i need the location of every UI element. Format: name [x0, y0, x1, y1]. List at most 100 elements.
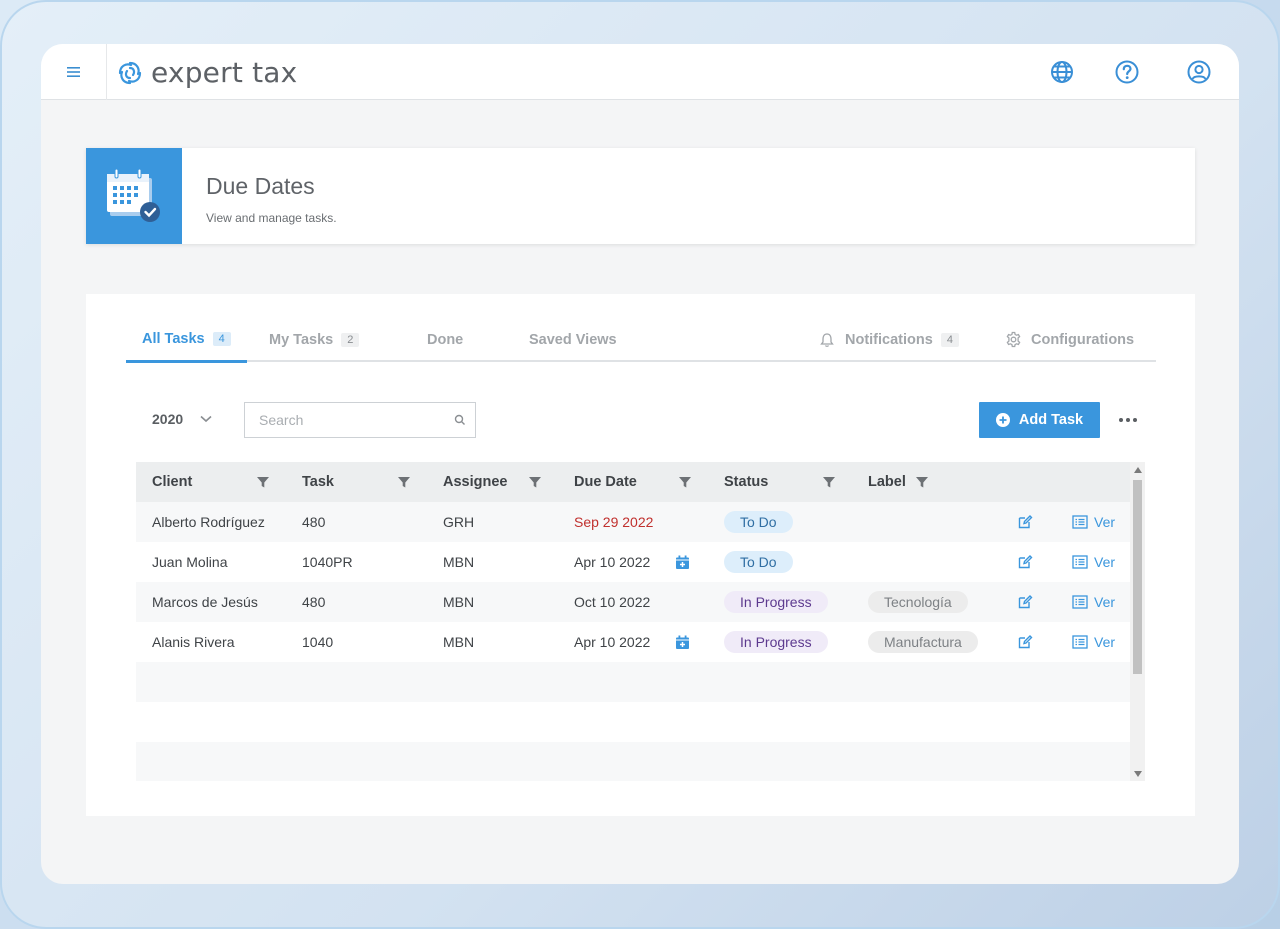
hamburger-icon	[66, 67, 80, 77]
plus-circle-icon	[995, 413, 1010, 427]
client-cell: Juan Molina	[152, 554, 228, 570]
tab-label: All Tasks	[142, 330, 205, 347]
column-header-due-date: Due Date	[574, 474, 637, 490]
assignee-cell: GRH	[443, 514, 475, 530]
client-cell: Alberto Rodríguez	[152, 514, 265, 530]
empty-row	[136, 662, 1130, 702]
view-button[interactable]: Ver	[1072, 582, 1115, 622]
gear-icon	[1006, 331, 1021, 348]
status-badge[interactable]: In Progress	[724, 631, 828, 653]
add-task-button[interactable]: Add Task	[979, 402, 1100, 438]
edit-icon	[1018, 555, 1033, 569]
label-cell: Manufactura	[868, 622, 978, 662]
column-header-assignee: Assignee	[443, 474, 508, 490]
table-scrollbar[interactable]	[1130, 462, 1145, 781]
filter-icon[interactable]	[528, 475, 542, 489]
calendar-button[interactable]	[675, 542, 690, 582]
edit-icon	[1018, 515, 1033, 529]
list-view-icon	[1072, 515, 1088, 529]
filter-icon[interactable]	[678, 475, 692, 489]
tab-label: Done	[427, 331, 464, 348]
view-label: Ver	[1094, 634, 1116, 650]
empty-row	[136, 742, 1130, 781]
list-view-icon	[1072, 555, 1088, 569]
calendar-add-icon	[676, 555, 689, 569]
calendar-check-icon	[107, 168, 160, 222]
view-button[interactable]: Ver	[1072, 502, 1115, 542]
top-bar: expert tax	[41, 44, 1239, 100]
help-icon[interactable]	[1114, 59, 1140, 85]
tab-configurations[interactable]: Configurations	[1005, 317, 1134, 362]
tab-notifications[interactable]: Notifications 4	[819, 317, 959, 362]
due-date-cell: Apr 10 2022	[574, 634, 651, 650]
view-button[interactable]: Ver	[1072, 622, 1115, 662]
tab-label: Saved Views	[529, 331, 617, 348]
tab-done[interactable]: Done	[427, 317, 463, 362]
status-badge[interactable]: To Do	[724, 511, 793, 533]
filter-icon[interactable]	[256, 475, 270, 489]
filter-icon[interactable]	[822, 475, 836, 489]
search-icon[interactable]	[454, 414, 466, 426]
page-title: Due Dates	[206, 173, 315, 199]
view-label: Ver	[1094, 554, 1116, 570]
tab-count-badge: 4	[940, 332, 959, 347]
status-cell: In Progress	[724, 582, 828, 622]
page-subtitle: View and manage tasks.	[206, 211, 337, 225]
page-header-card: Due Dates View and manage tasks.	[86, 148, 1195, 244]
list-view-icon	[1072, 595, 1088, 609]
table-row[interactable]: Alberto Rodríguez 480 GRH Sep 29 2022 To…	[136, 502, 1130, 542]
year-select[interactable]: 2020	[152, 411, 213, 427]
tab-saved-views[interactable]: Saved Views	[529, 317, 617, 362]
table-row[interactable]: Alanis Rivera 1040 MBN Apr 10 2022 In Pr…	[136, 622, 1130, 662]
user-account-icon[interactable]	[1186, 59, 1212, 85]
hamburger-menu-button[interactable]	[41, 44, 107, 100]
edit-button[interactable]	[1017, 622, 1033, 662]
tasks-panel: All Tasks 4 My Tasks 2 Done Saved Views …	[86, 294, 1195, 816]
filter-icon[interactable]	[397, 475, 411, 489]
label-cell: Tecnología	[868, 582, 968, 622]
year-value: 2020	[152, 411, 184, 427]
due-date-cell: Sep 29 2022	[574, 514, 654, 530]
status-cell: To Do	[724, 542, 793, 582]
scrollbar-thumb[interactable]	[1133, 480, 1142, 674]
chevron-down-icon	[200, 415, 212, 423]
due-date-cell: Apr 10 2022	[574, 554, 651, 570]
more-options-button[interactable]	[1116, 408, 1140, 432]
scroll-up-arrow[interactable]	[1130, 462, 1145, 477]
brand-logo[interactable]: expert tax	[117, 56, 297, 89]
status-cell: To Do	[724, 502, 793, 542]
edit-button[interactable]	[1017, 582, 1033, 622]
edit-button[interactable]	[1017, 502, 1033, 542]
assignee-cell: MBN	[443, 554, 475, 570]
tab-count-badge: 4	[212, 331, 231, 346]
tab-all-tasks[interactable]: All Tasks 4	[126, 317, 247, 363]
calendar-add-icon	[676, 635, 689, 649]
edit-button[interactable]	[1017, 542, 1033, 582]
brand-name: expert tax	[151, 56, 298, 89]
view-button[interactable]: Ver	[1072, 542, 1115, 582]
column-header-status: Status	[724, 474, 769, 490]
status-badge[interactable]: In Progress	[724, 591, 828, 613]
task-cell: 480	[302, 594, 326, 610]
label-badge[interactable]: Manufactura	[868, 631, 978, 653]
assignee-cell: MBN	[443, 634, 475, 650]
table-row[interactable]: Juan Molina 1040PR MBN Apr 10 2022 To Do…	[136, 542, 1130, 582]
search-input[interactable]	[259, 412, 454, 428]
more-dots-icon	[1119, 418, 1137, 422]
filter-icon[interactable]	[915, 475, 929, 489]
calendar-button[interactable]	[675, 622, 690, 662]
status-cell: In Progress	[724, 622, 828, 662]
label-badge[interactable]: Tecnología	[868, 591, 968, 613]
globe-icon[interactable]	[1049, 59, 1075, 85]
task-cell: 1040PR	[302, 554, 353, 570]
table-row[interactable]: Marcos de Jesús 480 MBN Oct 10 2022 In P…	[136, 582, 1130, 622]
caret-down-icon	[1133, 770, 1142, 777]
status-badge[interactable]: To Do	[724, 551, 793, 573]
swirl-logo-icon	[118, 61, 142, 84]
tab-label: My Tasks	[269, 331, 334, 348]
edit-icon	[1018, 635, 1033, 649]
scroll-down-arrow[interactable]	[1130, 766, 1145, 781]
assignee-cell: MBN	[443, 594, 475, 610]
tab-my-tasks[interactable]: My Tasks 2	[269, 317, 360, 362]
tab-label: Notifications	[845, 331, 933, 348]
